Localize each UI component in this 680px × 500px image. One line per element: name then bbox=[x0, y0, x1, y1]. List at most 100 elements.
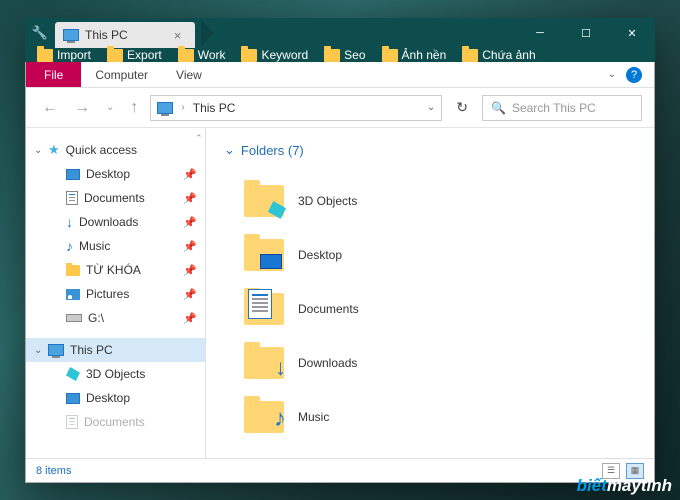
document-overlay-icon bbox=[248, 289, 272, 319]
folder-icon bbox=[244, 185, 284, 217]
folder-music[interactable]: ♪ Music bbox=[224, 390, 636, 444]
nav-3d-objects[interactable]: 3D Objects bbox=[26, 362, 205, 386]
pc-icon bbox=[48, 344, 64, 356]
chevron-down-icon[interactable]: ⌄ bbox=[224, 142, 235, 158]
file-tab[interactable]: File bbox=[26, 62, 81, 87]
refresh-button[interactable]: ↻ bbox=[450, 99, 474, 116]
music-overlay-icon: ♪ bbox=[274, 405, 286, 433]
nav-drive-g[interactable]: G:\📌 bbox=[26, 306, 205, 330]
pin-icon: 📌 bbox=[183, 312, 197, 325]
explorer-window: 🔧 This PC × ─ ☐ ✕ Import Export Work Key… bbox=[25, 18, 655, 482]
desktop-icon bbox=[66, 393, 80, 404]
search-box[interactable]: 🔍 Search This PC bbox=[482, 95, 642, 121]
bookmark-seo[interactable]: Seo bbox=[324, 48, 365, 62]
bookmark-chuaanh[interactable]: Chứa ảnh bbox=[462, 48, 535, 62]
folder-icon bbox=[462, 49, 478, 62]
folder-downloads[interactable]: ↓ Downloads bbox=[224, 336, 636, 390]
desktop-icon bbox=[66, 169, 80, 180]
pin-icon: 📌 bbox=[183, 240, 197, 253]
3d-icon bbox=[66, 367, 80, 381]
computer-tab[interactable]: Computer bbox=[81, 62, 162, 87]
nav-desktop[interactable]: Desktop📌 bbox=[26, 162, 205, 186]
close-icon[interactable]: × bbox=[174, 28, 182, 43]
maximize-button[interactable]: ☐ bbox=[563, 18, 609, 48]
address-bar[interactable]: › This PC ⌄ bbox=[150, 95, 442, 121]
nav-pc-documents[interactable]: Documents bbox=[26, 410, 205, 434]
bookmark-import[interactable]: Import bbox=[37, 48, 91, 62]
view-tab[interactable]: View bbox=[162, 62, 216, 87]
forward-button[interactable]: → bbox=[70, 99, 94, 117]
watermark: biếtmáytính bbox=[577, 476, 672, 496]
nav-music[interactable]: ♪Music📌 bbox=[26, 234, 205, 258]
bookmark-export[interactable]: Export bbox=[107, 48, 162, 62]
navigation-pane[interactable]: ⌃ ⌄ ★ Quick access Desktop📌 Documents📌 ↓… bbox=[26, 128, 206, 458]
chevron-down-icon[interactable]: ⌄ bbox=[427, 102, 435, 113]
document-icon bbox=[66, 191, 78, 205]
bookmark-work[interactable]: Work bbox=[178, 48, 226, 62]
explorer-content: File Computer View ⌄ ? ← → ⌄ ↑ › This PC… bbox=[25, 62, 655, 483]
pin-icon: 📌 bbox=[183, 216, 197, 229]
3d-overlay-icon bbox=[268, 201, 286, 219]
pin-icon: 📌 bbox=[183, 168, 197, 181]
close-button[interactable]: ✕ bbox=[609, 18, 655, 48]
minimize-button[interactable]: ─ bbox=[517, 18, 563, 48]
pin-icon: 📌 bbox=[183, 288, 197, 301]
bookmarks-bar: Import Export Work Keyword Seo Ảnh nền C… bbox=[25, 48, 655, 62]
chevron-down-icon[interactable]: ⌄ bbox=[608, 69, 616, 80]
folder-desktop[interactable]: Desktop bbox=[224, 228, 636, 282]
quick-access[interactable]: ⌄ ★ Quick access bbox=[26, 138, 205, 162]
folder-3d-objects[interactable]: 3D Objects bbox=[224, 174, 636, 228]
nav-pc-desktop[interactable]: Desktop bbox=[26, 386, 205, 410]
wrench-icon[interactable]: 🔧 bbox=[25, 25, 55, 41]
folder-icon bbox=[244, 293, 284, 325]
ribbon: File Computer View ⌄ ? bbox=[26, 62, 654, 88]
folder-icon bbox=[244, 239, 284, 271]
chevron-down-icon[interactable]: ⌄ bbox=[34, 145, 42, 156]
new-tab-button[interactable] bbox=[201, 20, 214, 46]
status-bar: 8 items ☰ ▦ bbox=[26, 458, 654, 482]
folder-icon bbox=[241, 49, 257, 62]
folder-documents[interactable]: Documents bbox=[224, 282, 636, 336]
window-controls: ─ ☐ ✕ bbox=[517, 18, 655, 48]
bookmark-keyword[interactable]: Keyword bbox=[241, 48, 308, 62]
nav-pictures[interactable]: Pictures📌 bbox=[26, 282, 205, 306]
browser-tab[interactable]: This PC × bbox=[55, 22, 195, 48]
section-header[interactable]: ⌄ Folders (7) bbox=[224, 142, 636, 158]
pin-icon: 📌 bbox=[183, 192, 197, 205]
folder-icon bbox=[324, 49, 340, 62]
titlebar[interactable]: 🔧 This PC × ─ ☐ ✕ bbox=[25, 18, 655, 48]
music-icon: ♪ bbox=[66, 238, 73, 254]
desktop-overlay-icon bbox=[260, 254, 282, 269]
navigation-bar: ← → ⌄ ↑ › This PC ⌄ ↻ 🔍 Search This PC bbox=[26, 88, 654, 128]
back-button[interactable]: ← bbox=[38, 99, 62, 117]
pc-icon bbox=[157, 102, 173, 114]
pc-icon bbox=[63, 29, 79, 41]
folder-icon bbox=[178, 49, 194, 62]
help-icon[interactable]: ? bbox=[626, 67, 642, 83]
nav-tukhoa[interactable]: TỪ KHÓA📌 bbox=[26, 258, 205, 282]
download-overlay-icon: ↓ bbox=[275, 355, 286, 381]
search-icon: 🔍 bbox=[491, 101, 506, 115]
nav-documents[interactable]: Documents📌 bbox=[26, 186, 205, 210]
folder-icon bbox=[66, 265, 80, 276]
history-dropdown[interactable]: ⌄ bbox=[102, 102, 118, 113]
tab-title: This PC bbox=[85, 28, 128, 42]
folder-view[interactable]: ⌄ Folders (7) 3D Objects Desktop Documen… bbox=[206, 128, 654, 458]
item-count: 8 items bbox=[36, 465, 71, 477]
folder-icon: ♪ bbox=[244, 401, 284, 433]
folder-icon: ↓ bbox=[244, 347, 284, 379]
explorer-body: ⌃ ⌄ ★ Quick access Desktop📌 Documents📌 ↓… bbox=[26, 128, 654, 458]
folder-icon bbox=[37, 49, 53, 62]
chevron-down-icon[interactable]: ⌄ bbox=[34, 345, 42, 356]
nav-this-pc[interactable]: ⌄ This PC bbox=[26, 338, 205, 362]
up-button[interactable]: ↑ bbox=[126, 99, 142, 117]
star-icon: ★ bbox=[48, 142, 60, 158]
bookmark-anhnen[interactable]: Ảnh nền bbox=[382, 48, 447, 62]
folder-icon bbox=[382, 49, 398, 62]
pin-icon: 📌 bbox=[183, 264, 197, 277]
address-path: This PC bbox=[193, 101, 236, 115]
drive-icon bbox=[66, 314, 82, 322]
search-placeholder: Search This PC bbox=[512, 101, 596, 115]
nav-downloads[interactable]: ↓Downloads📌 bbox=[26, 210, 205, 234]
chevron-right-icon: › bbox=[181, 102, 184, 113]
